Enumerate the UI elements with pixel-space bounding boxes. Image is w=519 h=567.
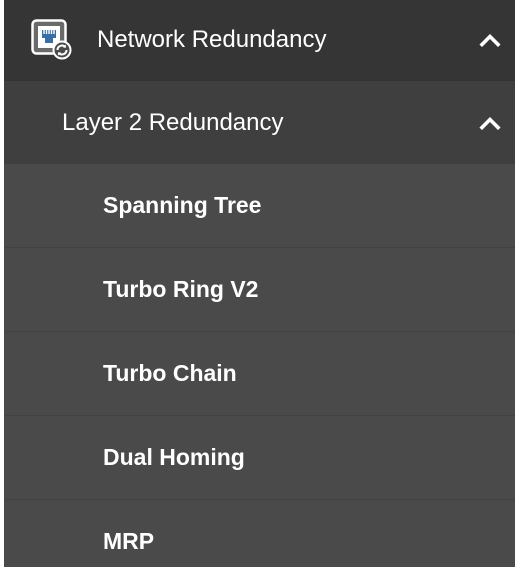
menu-item-label: Spanning Tree bbox=[103, 192, 262, 218]
menu-item-mrp[interactable]: MRP bbox=[4, 500, 515, 567]
chevron-up-icon[interactable] bbox=[479, 33, 501, 47]
menu-item-label: Turbo Chain bbox=[103, 360, 237, 386]
menu-item-turbo-ring-v2[interactable]: Turbo Ring V2 bbox=[4, 248, 515, 332]
menu-item-spanning-tree[interactable]: Spanning Tree bbox=[4, 164, 515, 248]
menu-item-label: Dual Homing bbox=[103, 444, 245, 470]
network-port-icon bbox=[31, 19, 72, 60]
menu-section-network-redundancy[interactable]: Network Redundancy bbox=[4, 0, 515, 80]
menu-subsection-label: Layer 2 Redundancy bbox=[62, 108, 284, 136]
sidebar-menu: Network Redundancy Layer 2 Redundancy Sp… bbox=[4, 0, 515, 567]
menu-item-dual-homing[interactable]: Dual Homing bbox=[4, 416, 515, 500]
menu-item-label: MRP bbox=[103, 528, 155, 554]
chevron-up-icon[interactable] bbox=[479, 116, 501, 130]
menu-item-label: Turbo Ring V2 bbox=[103, 276, 259, 302]
menu-item-turbo-chain[interactable]: Turbo Chain bbox=[4, 332, 515, 416]
menu-subsection-layer2-redundancy[interactable]: Layer 2 Redundancy bbox=[4, 80, 515, 164]
menu-section-label: Network Redundancy bbox=[97, 26, 327, 53]
